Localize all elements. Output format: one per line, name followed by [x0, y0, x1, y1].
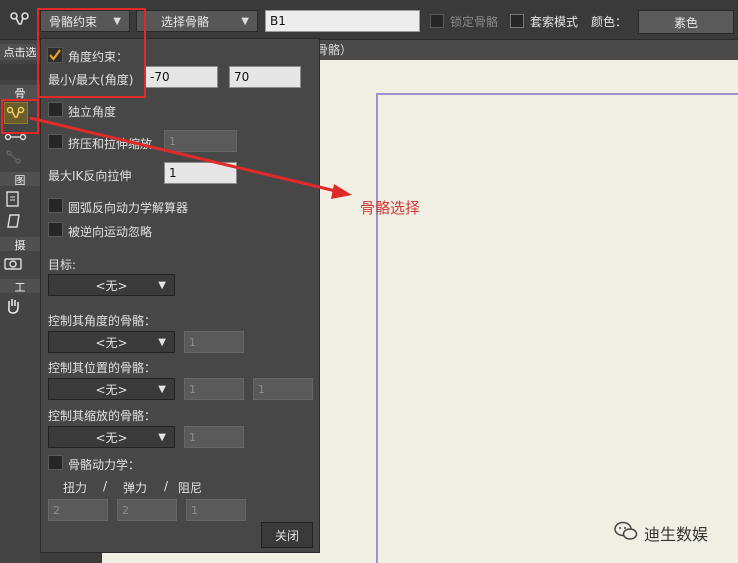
wechat-icon: [614, 520, 638, 542]
watermark-text: 迪生数娱: [644, 525, 709, 544]
annotation-label: 骨骼选择: [360, 199, 421, 217]
annotation-arrow: [29, 116, 352, 199]
